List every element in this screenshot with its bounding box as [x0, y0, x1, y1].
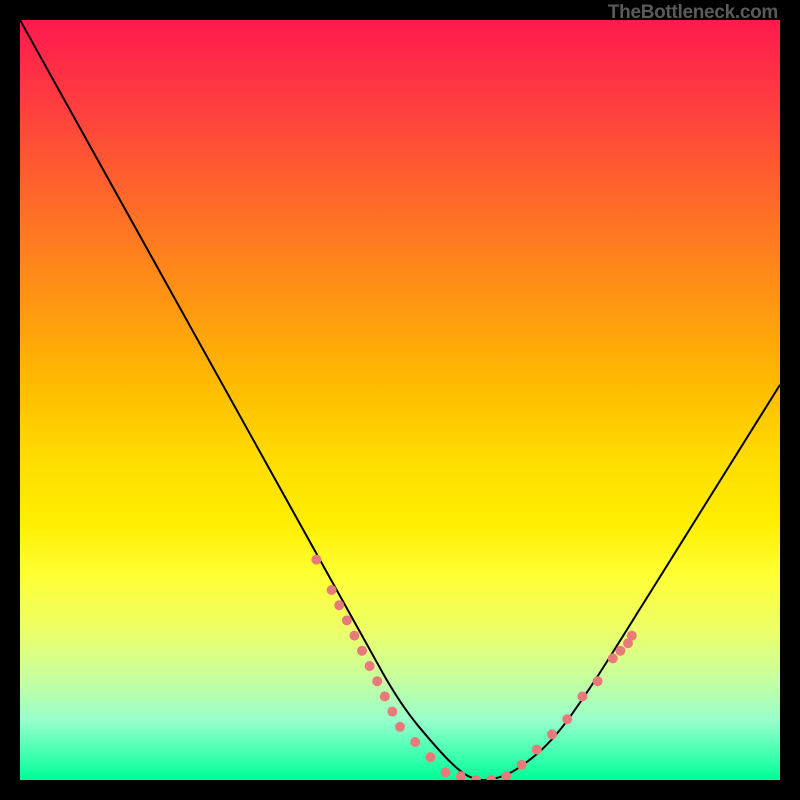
watermark-text: TheBottleneck.com — [608, 2, 778, 24]
plot-background — [20, 20, 780, 780]
chart-container: TheBottleneck.com — [0, 0, 800, 800]
